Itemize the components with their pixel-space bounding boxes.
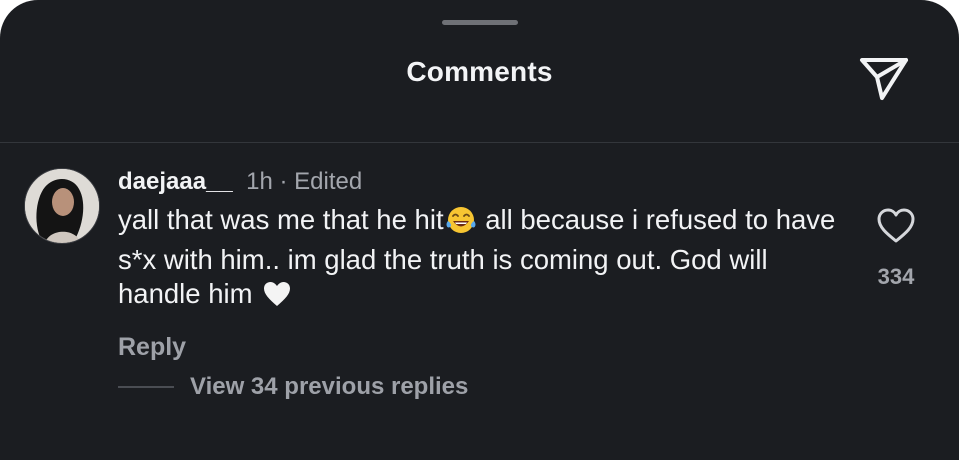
profile-photo-icon <box>25 169 99 243</box>
like-column: 334 <box>858 204 934 290</box>
paper-plane-icon <box>860 58 908 100</box>
like-count: 334 <box>877 264 915 289</box>
comment-text: yall that was me that he hit all because… <box>118 203 848 317</box>
heart-outline-icon[interactable] <box>874 204 918 248</box>
view-replies-button[interactable]: View 34 previous replies <box>118 370 468 404</box>
drag-handle[interactable] <box>442 20 518 25</box>
meta-separator: · <box>279 168 288 195</box>
sheet-title: Comments <box>406 56 553 87</box>
reply-button[interactable]: Reply <box>118 333 186 362</box>
share-button[interactable] <box>856 50 912 106</box>
comment-text-part1: yall that was me that he hit <box>118 204 444 235</box>
avatar[interactable] <box>24 168 100 244</box>
comment-meta: daejaaa__ 1h · Edited <box>118 165 848 199</box>
comment-time: 1h <box>246 168 273 195</box>
comment-username[interactable]: daejaaa__ <box>118 168 233 195</box>
face-with-tears-of-joy-icon <box>446 205 476 243</box>
view-replies-label: View 34 previous replies <box>190 373 469 400</box>
header-divider <box>0 142 959 143</box>
white-heart-icon <box>262 279 292 317</box>
comments-sheet: Comments daejaaa__ 1h · Edited yall that… <box>0 0 959 460</box>
replies-line <box>118 386 174 388</box>
edited-label: Edited <box>294 168 363 195</box>
comment-block: daejaaa__ 1h · Edited yall that was me t… <box>118 165 848 362</box>
